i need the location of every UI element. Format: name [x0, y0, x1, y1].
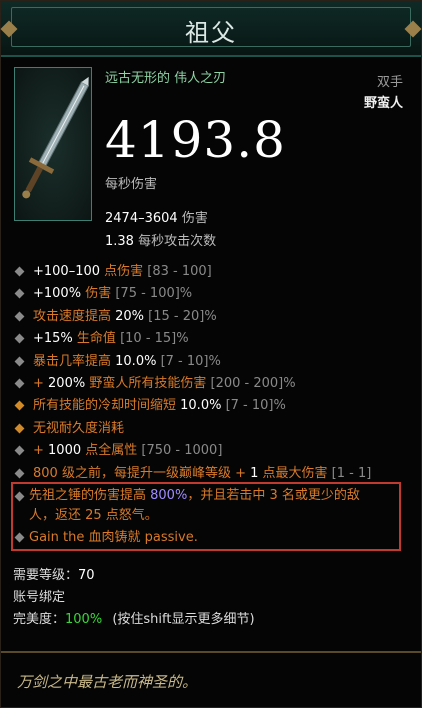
affix-text: 点伤害 [104, 264, 144, 279]
tooltip-header: 祖父 [0, 1, 422, 57]
required-level: 需要等级：70 [13, 564, 95, 583]
attack-speed: 1.38 每秒攻击次数 [105, 230, 216, 249]
item-tooltip: 祖父 远古无形的 伟人之刃 双手 野蛮人 4193.8 每秒伤害 2474–36… [0, 0, 422, 708]
affix-row: 暴击几率提高 10.0% [7 - 10]% [14, 351, 407, 373]
dps-value: 4193.8 [105, 111, 286, 169]
affix-text: + [33, 443, 49, 459]
perfection-hint: (按住shift显示更多细节) [112, 612, 255, 627]
item-name: 祖父 [185, 19, 237, 47]
diamond-bullet-icon [14, 423, 25, 434]
affix-text: +100% [33, 286, 86, 302]
required-level-label: 需要等级： [13, 568, 79, 583]
affix-text: 野蛮人所有技能伤害 [89, 375, 207, 391]
attack-speed-value: 1.38 [105, 234, 134, 249]
required-level-value: 70 [78, 568, 95, 583]
perfection-label: 完美度： [13, 612, 66, 627]
affix-text: +15% [33, 331, 77, 347]
affix-row: 所有技能的冷却时间缩短 10.0% [7 - 10]% [14, 395, 407, 417]
damage-range: 2474–3604 伤害 [105, 207, 208, 226]
diamond-bullet-icon [14, 311, 25, 322]
affix-text: 攻击速度提高 [33, 308, 116, 324]
affix-text: 无视耐久度消耗 [33, 420, 125, 436]
account-bound: 账号绑定 [13, 590, 66, 605]
affix-row: 无视耐久度消耗 [14, 418, 407, 440]
affix-text: [83 - 100] [143, 264, 212, 279]
legendary-line-2: 人，返还 25 点怒气。 [29, 508, 158, 523]
legendary-line-1: 先祖之锤的伤害提高 800%，并且若击中 3 名或更少的敌 [29, 486, 360, 506]
diamond-bullet-icon [14, 266, 25, 277]
legendary-power-box: 先祖之锤的伤害提高 800%，并且若击中 3 名或更少的敌 人，返还 25 点怒… [11, 482, 401, 551]
diamond-bullet-icon [14, 491, 25, 502]
damage-label: 伤害 [181, 211, 208, 226]
affix-text: 点全属性 [85, 443, 138, 459]
affix-text: 200% [48, 375, 90, 391]
legendary-text: ，并且若击中 3 名或更少的敌 [187, 488, 360, 503]
affix-text: [1 - 1] [327, 465, 372, 481]
affix-text: 10.0% [180, 398, 222, 414]
affix-text: 伤害 [85, 286, 112, 302]
affix-row: +15% 生命值 [10 - 15]% [14, 328, 407, 350]
affix-text: [10 - 15]% [115, 331, 189, 347]
diamond-bullet-icon [14, 445, 25, 456]
affix-row: +100–100 点伤害 [83 - 100] [14, 261, 407, 283]
affix-row: + 200% 野蛮人所有技能伤害 [200 - 200]% [14, 373, 407, 395]
affix-text: +100–100 [33, 264, 105, 279]
affix-text: 点最大伤害 [262, 465, 328, 481]
diamond-bullet-icon [14, 468, 25, 478]
perfection-value: 100% [65, 612, 103, 627]
divider [1, 651, 421, 653]
item-class: 野蛮人 [363, 96, 403, 111]
affix-text: 生命值 [76, 331, 116, 347]
affix-text: [15 - 20]% [144, 308, 217, 324]
item-slot: 双手 [376, 75, 403, 90]
legendary-line-3: Gain the 血肉铸就 passive. [29, 530, 198, 545]
item-type: 远古无形的 伟人之刃 [105, 71, 227, 86]
affix-text: 所有技能的冷却时间缩短 [33, 398, 181, 414]
affix-row: +100% 伤害 [75 - 100]% [14, 283, 407, 305]
affix-row: + 1000 点全属性 [750 - 1000] [14, 440, 407, 462]
legendary-text: 先祖之锤的伤害提高 [29, 488, 151, 503]
affix-text: 800 级之前，每提升一级巅峰等级 + [33, 465, 251, 481]
affix-text: [750 - 1000] [137, 443, 223, 459]
affix-text: [7 - 10]% [156, 353, 221, 369]
affix-row: 攻击速度提高 20% [15 - 20]% [14, 306, 407, 328]
flavor-text: 万剑之中最古老而神圣的。 [17, 673, 198, 691]
affix-list: +100–100 点伤害 [83 - 100] +100% 伤害 [75 - 10… [14, 261, 407, 485]
diamond-bullet-icon [14, 532, 25, 543]
affix-text: 1000 [48, 443, 86, 459]
diamond-bullet-icon [14, 333, 25, 344]
legendary-value: 800% [150, 488, 188, 503]
affix-text: [7 - 10]% [221, 398, 286, 414]
affix-text: 暴击几率提高 [33, 353, 116, 369]
diamond-bullet-icon [14, 356, 25, 367]
attack-speed-label: 每秒攻击次数 [138, 234, 217, 249]
affix-text: + [33, 375, 49, 391]
diamond-bullet-icon [14, 288, 25, 299]
great-sword-icon [22, 76, 90, 199]
affix-text: 1 [250, 465, 263, 481]
damage-value: 2474–3604 [105, 211, 178, 226]
affix-text: [75 - 100]% [111, 286, 193, 302]
affix-text: [200 - 200]% [206, 375, 296, 391]
affix-text: 20% [115, 308, 145, 324]
dps-label: 每秒伤害 [105, 177, 158, 192]
perfection: 完美度：100% (按住shift显示更多细节) [13, 608, 255, 627]
affix-text: 10.0% [115, 353, 157, 369]
item-image [14, 67, 92, 221]
diamond-bullet-icon [14, 400, 25, 411]
diamond-bullet-icon [14, 378, 25, 389]
